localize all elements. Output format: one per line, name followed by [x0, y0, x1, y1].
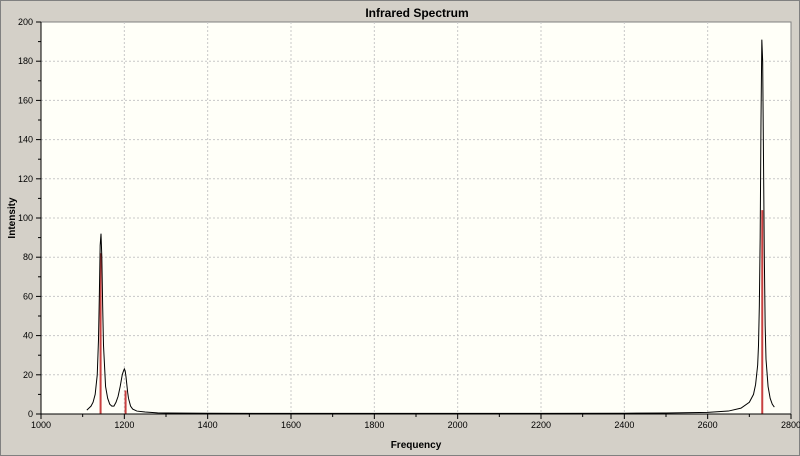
x-tick-label: 1400	[198, 420, 218, 430]
y-tick-label: 180	[18, 56, 33, 66]
y-axis-label: Intensity	[7, 197, 18, 239]
y-tick-label: 60	[23, 291, 33, 301]
x-axis-label: Frequency	[391, 440, 442, 451]
x-tick-label: 1800	[364, 420, 384, 430]
y-tick-label: 20	[23, 370, 33, 380]
x-tick-label: 2800	[781, 420, 800, 430]
x-tick-label: 1200	[114, 420, 134, 430]
y-tick-label: 200	[18, 17, 33, 27]
x-tick-label: 2600	[698, 420, 718, 430]
x-tick-label: 1600	[281, 420, 301, 430]
x-tick-label: 1000	[31, 420, 51, 430]
y-tick-label: 80	[23, 252, 33, 262]
x-tick-label: 2200	[531, 420, 551, 430]
y-tick-label: 40	[23, 331, 33, 341]
y-tick-label: 160	[18, 95, 33, 105]
x-tick-label: 2400	[614, 420, 634, 430]
y-tick-label: 100	[18, 213, 33, 223]
y-tick-label: 140	[18, 135, 33, 145]
spectrum-chart: 1000 1200 1400 1600 1800 2000 2200 2400 2600 2800…	[7, 17, 800, 451]
y-tick-label: 0	[28, 409, 33, 419]
y-tick-label: 120	[18, 174, 33, 184]
x-tick-label: 2000	[448, 420, 468, 430]
